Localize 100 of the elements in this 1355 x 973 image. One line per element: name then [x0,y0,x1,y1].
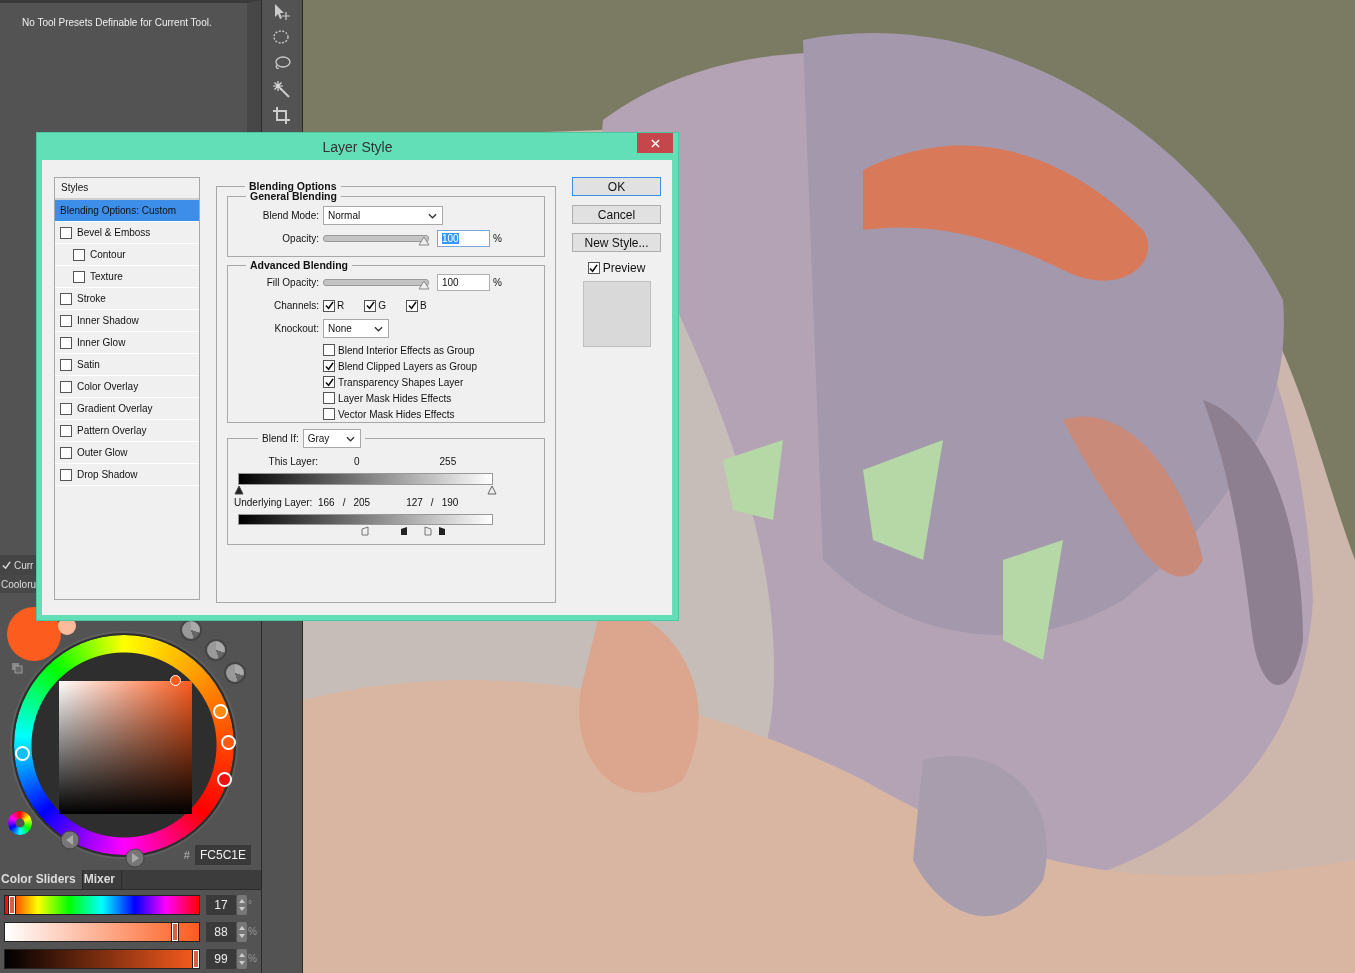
field-label: Blend Mode: [261,210,320,221]
pie-icon[interactable] [224,662,246,684]
checkbox-label: Layer Mask Hides Effects [338,392,452,404]
range-value: 190 [441,496,459,508]
color-slider[interactable] [4,921,200,942]
style-item[interactable]: Inner Shadow [55,310,199,332]
checkbox-label: B [420,300,427,311]
panel-title: Cooloru [1,578,37,590]
style-item[interactable]: Contour [55,244,199,266]
crop-icon[interactable] [272,106,292,126]
checkbox[interactable] [323,408,335,420]
checkbox-label: G [378,300,386,311]
separator: / [342,496,346,508]
dialog-title: Layer Style [322,138,393,155]
unit-label: % [248,926,257,937]
checkbox[interactable] [323,392,335,404]
checkbox[interactable] [60,292,72,305]
style-item[interactable]: Stroke [55,288,199,310]
value-field[interactable]: 17 [206,894,236,915]
close-button[interactable] [637,133,673,153]
unit-label: % [248,953,257,964]
checkbox[interactable] [60,336,72,349]
spinner-icon[interactable] [237,894,247,915]
range-value: 255 [439,455,457,467]
dialog-button[interactable]: Cancel [572,205,661,224]
panel-tab[interactable]: Mixer [82,870,123,889]
checkbox[interactable] [60,446,72,459]
move-icon[interactable] [272,2,292,22]
slider-thumb[interactable] [418,280,430,290]
style-item[interactable]: Color Overlay [55,376,199,398]
knockout-dropdown[interactable]: None [323,319,389,338]
unit-label: % [493,233,502,244]
color-slider[interactable] [4,948,200,969]
saturation-square[interactable] [59,681,192,814]
checkbox[interactable] [60,358,72,371]
style-item[interactable]: Outer Glow [55,442,199,464]
panel-tab[interactable]: Color Sliders [0,870,83,889]
checkbox[interactable] [323,344,335,356]
blend-if-dropdown[interactable]: Gray [302,429,361,448]
slider-thumb[interactable] [418,236,430,246]
play-icon[interactable] [125,848,145,868]
range-value: 127 [406,496,423,508]
checkbox[interactable] [60,226,72,239]
style-item[interactable]: Blending Options: Custom [55,200,199,222]
fill-opacity-field[interactable]: 100 [437,274,490,291]
preview-swatch [582,281,651,347]
swap-icon[interactable] [11,662,23,674]
chevron-icon [345,436,355,442]
spinner-icon[interactable] [237,921,247,942]
checkbox[interactable] [323,299,335,312]
color-marker[interactable] [170,675,181,686]
field-label: Underlying Layer: [234,496,314,508]
range-thumb[interactable] [234,485,244,495]
style-item[interactable]: Texture [55,266,199,288]
pie-icon[interactable] [180,619,202,641]
chevron-icon [374,326,383,332]
checkbox-label: Blend Clipped Layers as Group [338,360,477,372]
color-ring-icon[interactable] [8,811,32,835]
chevron-icon [428,213,437,219]
style-item[interactable]: Bevel & Emboss [55,222,199,244]
style-item[interactable]: Pattern Overlay [55,420,199,442]
range-thumb[interactable] [399,526,408,536]
checkbox[interactable] [364,299,377,312]
checkbox[interactable] [60,424,72,437]
checkbox[interactable] [73,248,85,261]
style-item[interactable]: Drop Shadow [55,464,199,486]
range-thumb[interactable] [487,485,497,495]
checkbox[interactable] [60,468,72,481]
section-title: Advanced Blending [249,259,349,271]
hex-field[interactable]: FC5C1E [195,845,251,865]
separator: / [430,496,434,508]
value-field[interactable]: 88 [206,921,236,942]
checkbox[interactable] [323,360,335,372]
spinner-icon[interactable] [237,948,247,969]
dialog-button[interactable]: OK [572,177,661,196]
style-item[interactable]: Gradient Overlay [55,398,199,420]
checkbox[interactable] [60,402,72,415]
checkbox[interactable] [73,270,85,283]
value-field[interactable]: 99 [206,948,236,969]
checkbox-label: Blend Interior Effects as Group [338,344,475,356]
style-item[interactable]: Satin [55,354,199,376]
pie-icon[interactable] [205,639,227,661]
checkbox[interactable] [406,299,418,312]
checkbox[interactable] [587,262,600,274]
blend-mode-dropdown[interactable]: Normal [323,206,443,225]
checkbox[interactable] [60,314,72,327]
range-thumb[interactable] [361,526,369,536]
hex-prefix: # [183,849,190,861]
checkbox-label: Curr [14,559,34,571]
color-slider[interactable] [4,894,200,915]
style-item[interactable]: Inner Glow [55,332,199,354]
field-label: Blend If: [262,433,299,444]
field-label: Knockout: [273,323,320,334]
magic-wand-icon[interactable] [272,80,292,100]
range-value: 0 [354,455,360,467]
checkbox[interactable] [323,376,335,388]
dialog-button[interactable]: New Style... [572,233,661,252]
checkbox-label: Preview [602,261,646,275]
checkbox[interactable] [60,380,72,393]
section-title: Blending Options [248,180,338,192]
